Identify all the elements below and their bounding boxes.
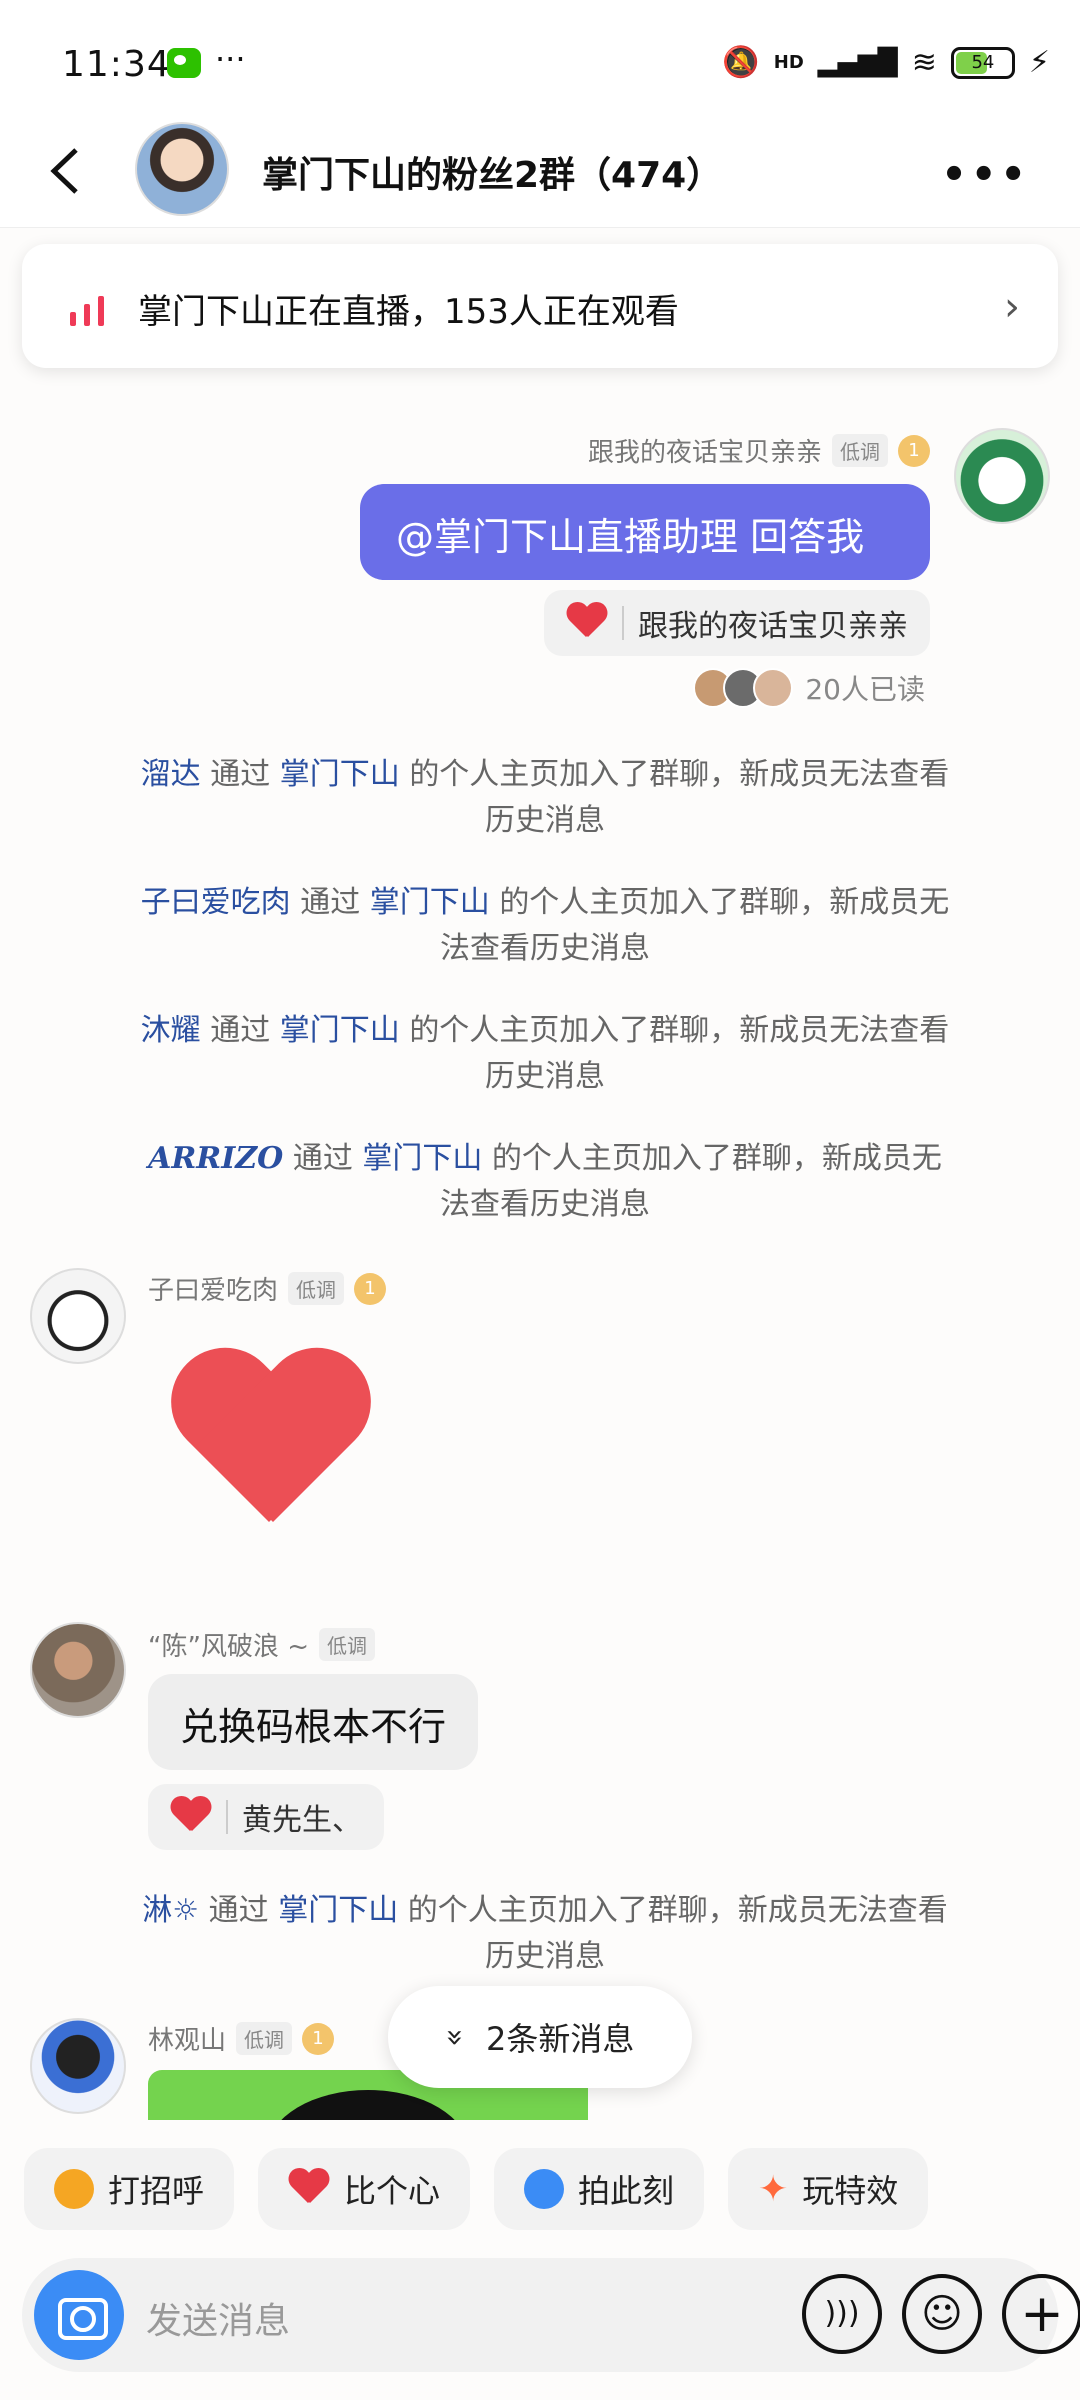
emoji-icon[interactable]: ☺ (902, 2274, 982, 2354)
system-message: ARRIZO 通过 掌门下山 的个人主页加入了群聊，新成员无法查看历史消息 (148, 1141, 942, 1222)
reaction-user: 跟我的夜话宝贝亲亲 (638, 609, 908, 644)
sender-name[interactable]: “陈”风破浪 ~ (148, 1626, 309, 1663)
fan-level-badge: 1 (898, 434, 930, 467)
quick-action-heart[interactable]: 比个心 (258, 2148, 471, 2230)
reader-avatar (753, 668, 794, 708)
cell-bars-icon: ▂▄▆█ (817, 47, 898, 78)
camera-icon[interactable] (34, 2270, 124, 2360)
message-input-bar: 发送消息 ))) ☺ + (22, 2258, 1080, 2372)
member-name[interactable]: 淋☼ (142, 1893, 199, 1928)
owner-name[interactable]: 掌门下山 (362, 1141, 482, 1176)
read-receipts[interactable]: 20人已读 (693, 668, 925, 708)
double-chevron-down-icon: » (437, 2027, 473, 2047)
message-sender: 子曰爱吃肉 低调 1 (148, 1270, 387, 1307)
fan-level-badge: 1 (302, 2022, 335, 2055)
message-sender: 林观山 低调 1 (148, 2020, 335, 2057)
lowkey-badge: 低调 (288, 1272, 345, 1305)
avatar[interactable] (954, 428, 1050, 524)
quick-action-effects[interactable]: ✦ 玩特效 (728, 2148, 929, 2230)
lowkey-badge: 低调 (832, 434, 888, 467)
status-more-icon: ··· (215, 40, 246, 78)
message-bubble[interactable]: @掌门下山直播助理 回答我 (360, 484, 930, 580)
status-time: 11:34 (62, 44, 171, 85)
heart-icon (566, 603, 608, 643)
reaction-user: 黄先生、 (242, 1803, 362, 1838)
sparkle-icon: ✦ (758, 2168, 789, 2210)
message-bubble[interactable]: 兑换码根本不行 (148, 1674, 479, 1770)
member-name[interactable]: ARRIZO (148, 1141, 283, 1176)
heart-icon (288, 2169, 330, 2209)
read-count: 20人已读 (805, 673, 925, 706)
sender-name[interactable]: 林观山 (148, 2020, 226, 2057)
sender-name[interactable]: 子曰爱吃肉 (148, 1270, 278, 1307)
owner-name[interactable]: 掌门下山 (280, 1013, 400, 1048)
more-options-icon[interactable]: ••• (941, 152, 1030, 198)
member-name[interactable]: 溜达 (141, 757, 201, 792)
signal-icon: HD (773, 52, 804, 73)
fan-level-badge: 1 (354, 1272, 387, 1305)
message-input[interactable]: 发送消息 (146, 2292, 290, 2344)
new-messages-button[interactable]: » 2条新消息 (388, 1986, 692, 2088)
chat-header: 掌门下山的粉丝2群（474） ••• (0, 118, 1080, 228)
group-title[interactable]: 掌门下山的粉丝2群（474） (262, 146, 722, 198)
sender-name[interactable]: 跟我的夜话宝贝亲亲 (588, 432, 822, 469)
charging-icon: ⚡ (1028, 45, 1050, 80)
new-messages-label: 2条新消息 (485, 2020, 635, 2058)
live-banner-text: 掌门下山正在直播，153人正在观看 (138, 292, 679, 332)
status-bar: 11:34 ··· 🔕 HD ▂▄▆█ ≋ 54 ⚡ (0, 0, 1080, 130)
avatar[interactable] (30, 1268, 126, 1364)
wifi-icon: ≋ (911, 45, 937, 80)
owner-name[interactable]: 掌门下山 (280, 757, 400, 792)
member-name[interactable]: 沐耀 (141, 1013, 201, 1048)
live-stream-banner[interactable]: 掌门下山正在直播，153人正在观看 › (22, 244, 1058, 368)
battery-icon: 54 (950, 46, 1015, 79)
system-message: 溜达 通过 掌门下山 的个人主页加入了群聊，新成员无法查看历史消息 (140, 757, 950, 838)
reaction-pill[interactable]: 黄先生、 (148, 1784, 384, 1850)
live-bars-icon (70, 290, 110, 326)
avatar[interactable] (30, 1622, 126, 1718)
system-message: 沐耀 通过 掌门下山 的个人主页加入了群聊，新成员无法查看历史消息 (140, 1013, 950, 1094)
wechat-icon (167, 48, 201, 78)
wave-icon (54, 2169, 94, 2209)
member-name[interactable]: 子曰爱吃肉 (141, 885, 291, 920)
heart-icon (170, 1797, 212, 1837)
system-message: 淋☼ 通过 掌门下山 的个人主页加入了群聊，新成员无法查看历史消息 (142, 1893, 948, 1974)
quick-action-photo[interactable]: 拍此刻 (494, 2148, 705, 2230)
plus-icon[interactable]: + (1002, 2274, 1080, 2354)
mute-icon: 🔕 (722, 45, 760, 80)
quick-action-greet[interactable]: 打招呼 (24, 2148, 235, 2230)
owner-name[interactable]: 掌门下山 (278, 1893, 398, 1928)
lowkey-badge: 低调 (236, 2022, 293, 2055)
quick-actions: 打招呼 比个心 拍此刻 ✦ 玩特效 (24, 2148, 929, 2230)
system-message: 子曰爱吃肉 通过 掌门下山 的个人主页加入了群聊，新成员无法查看历史消息 (140, 885, 950, 966)
owner-name[interactable]: 掌门下山 (370, 885, 490, 920)
lowkey-badge: 低调 (319, 1628, 375, 1661)
back-arrow-icon[interactable] (48, 146, 82, 196)
group-avatar[interactable] (135, 122, 229, 216)
message-sender: “陈”风破浪 ~ 低调 (148, 1626, 375, 1663)
avatar[interactable] (30, 2018, 126, 2114)
heart-sticker-icon[interactable] (165, 1352, 375, 1547)
system-icons: 🔕 HD ▂▄▆█ ≋ 54 ⚡ (722, 45, 1050, 80)
chevron-right-icon: › (1004, 284, 1020, 330)
message-sender: 跟我的夜话宝贝亲亲 低调 1 (588, 432, 930, 469)
camera-icon (524, 2169, 565, 2209)
voice-icon[interactable]: ))) (802, 2274, 882, 2354)
reaction-pill[interactable]: 跟我的夜话宝贝亲亲 (544, 590, 930, 656)
